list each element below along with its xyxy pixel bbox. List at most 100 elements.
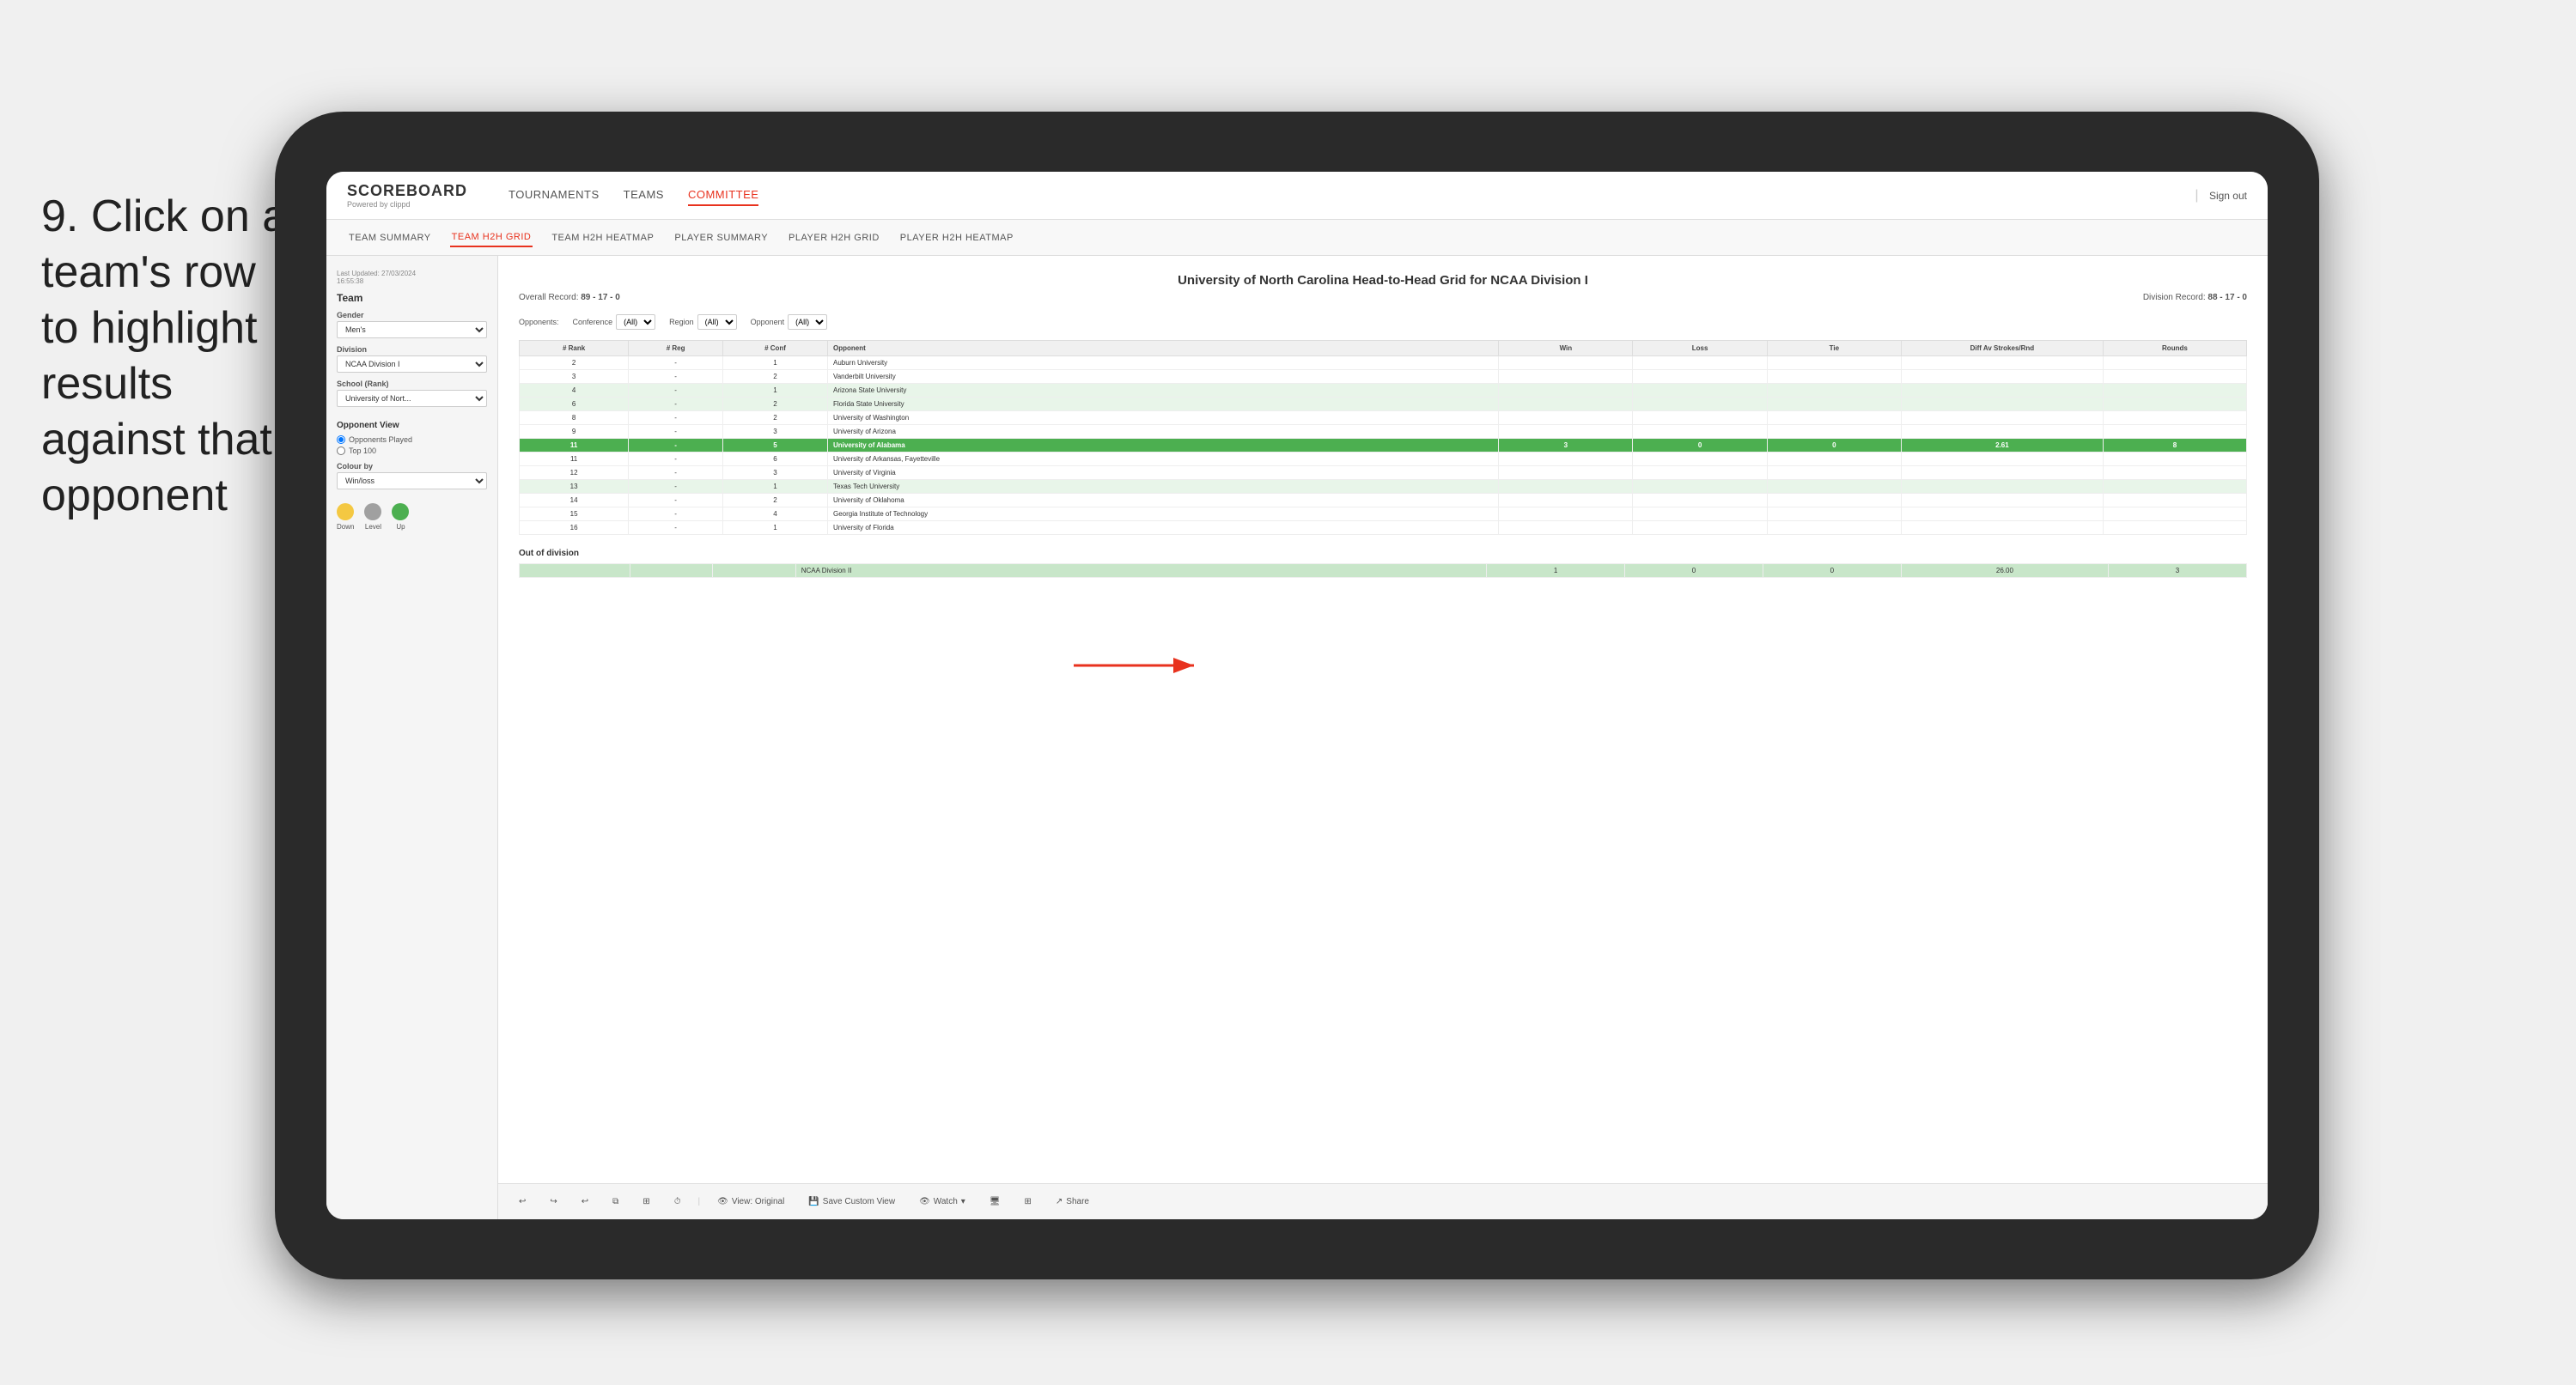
- colour-by-label: Colour by: [337, 462, 487, 471]
- cell-conf: 1: [723, 480, 828, 494]
- out-of-division-row[interactable]: NCAA Division II 1 0 0 26.00 3: [520, 564, 2247, 578]
- undo2-btn[interactable]: ↩: [575, 1194, 595, 1210]
- cell-loss: [1633, 494, 1767, 507]
- table-row[interactable]: 2-1Auburn University: [520, 356, 2247, 370]
- undo-btn[interactable]: ↩: [512, 1194, 533, 1210]
- view-btn[interactable]: 👁 View: Original: [710, 1194, 791, 1210]
- tablet-shell: SCOREBOARD Powered by clippd TOURNAMENTS…: [275, 112, 2319, 1279]
- watch-btn[interactable]: 👁 Watch ▾: [912, 1194, 972, 1210]
- opponent-filter-select[interactable]: (All): [788, 314, 827, 330]
- table-row[interactable]: 11-5University of Alabama3002.618: [520, 439, 2247, 453]
- ood-loss: 0: [1625, 564, 1763, 578]
- cell-opponent: Auburn University: [827, 356, 1498, 370]
- cell-conf: 1: [723, 384, 828, 398]
- toolbar-icon2[interactable]: ⊞: [1018, 1194, 1038, 1210]
- table-row[interactable]: 16-1University of Florida: [520, 521, 2247, 535]
- table-row[interactable]: 3-2Vanderbilt University: [520, 370, 2247, 384]
- table-row[interactable]: 15-4Georgia Institute of Technology: [520, 507, 2247, 521]
- table-row[interactable]: 9-3University of Arizona: [520, 425, 2247, 439]
- table-row[interactable]: 14-2University of Oklahoma: [520, 494, 2247, 507]
- sub-nav-player-summary[interactable]: PLAYER SUMMARY: [673, 229, 770, 246]
- cell-win: [1499, 521, 1633, 535]
- sub-nav-team-summary[interactable]: TEAM SUMMARY: [347, 229, 433, 246]
- cell-win: 3: [1499, 439, 1633, 453]
- nav-items: TOURNAMENTS TEAMS COMMITTEE: [509, 185, 2167, 206]
- cell-diff: [1901, 425, 2103, 439]
- radio-top100[interactable]: Top 100: [337, 446, 487, 455]
- cell-win: [1499, 453, 1633, 466]
- main-content: Last Updated: 27/03/2024 16:55:38 Team G…: [326, 256, 2268, 1219]
- toolbar-icon1[interactable]: 🖥: [983, 1194, 1008, 1210]
- cell-tie: [1767, 356, 1901, 370]
- sub-nav-player-h2h-heatmap[interactable]: PLAYER H2H HEATMAP: [898, 229, 1015, 246]
- cell-reg: -: [629, 370, 723, 384]
- cell-rank: 3: [520, 370, 629, 384]
- ood-conf: [713, 564, 796, 578]
- cell-tie: [1767, 466, 1901, 480]
- cell-rank: 13: [520, 480, 629, 494]
- th-diff: Diff Av Strokes/Rnd: [1901, 341, 2103, 356]
- sub-nav-team-h2h-grid[interactable]: TEAM H2H GRID: [450, 228, 533, 247]
- colour-by-select[interactable]: Win/loss: [337, 472, 487, 489]
- table-row[interactable]: 8-2University of Washington: [520, 411, 2247, 425]
- gender-select[interactable]: Men's: [337, 321, 487, 338]
- cell-diff: [1901, 494, 2103, 507]
- bottom-toolbar: ↩ ↪ ↩ ⧉ ⊞ ⏱: [498, 1183, 2268, 1219]
- cell-rounds: [2103, 507, 2246, 521]
- redo-btn[interactable]: ↪: [543, 1194, 563, 1210]
- legend-level: Level: [364, 503, 381, 531]
- cell-tie: [1767, 453, 1901, 466]
- cell-conf: 2: [723, 494, 828, 507]
- sub-nav-team-h2h-heatmap[interactable]: TEAM H2H HEATMAP: [550, 229, 655, 246]
- sub-nav: TEAM SUMMARY TEAM H2H GRID TEAM H2H HEAT…: [326, 220, 2268, 256]
- sign-out-link[interactable]: Sign out: [2209, 190, 2247, 202]
- cell-opponent: Georgia Institute of Technology: [827, 507, 1498, 521]
- filter-conference: Conference (All): [573, 314, 656, 330]
- save-custom-btn[interactable]: 💾 Save Custom View: [801, 1194, 902, 1210]
- filters-row: Opponents: Conference (All) Region (All): [519, 314, 2247, 330]
- cell-reg: -: [629, 356, 723, 370]
- cell-win: [1499, 507, 1633, 521]
- instruction-body: Click on a team's row to highlight resul…: [41, 191, 287, 520]
- cell-diff: [1901, 356, 2103, 370]
- division-select[interactable]: NCAA Division I: [337, 355, 487, 373]
- ood-tie: 0: [1763, 564, 1901, 578]
- copy-btn[interactable]: ⧉: [606, 1194, 625, 1210]
- cell-loss: [1633, 356, 1767, 370]
- clock-btn[interactable]: ⏱: [667, 1194, 688, 1210]
- table-row[interactable]: 11-6University of Arkansas, Fayetteville: [520, 453, 2247, 466]
- cell-rounds: [2103, 466, 2246, 480]
- table-row[interactable]: 4-1Arizona State University: [520, 384, 2247, 398]
- ood-reg: [630, 564, 713, 578]
- nav-tournaments[interactable]: TOURNAMENTS: [509, 185, 600, 206]
- th-loss: Loss: [1633, 341, 1767, 356]
- nav-teams[interactable]: TEAMS: [624, 185, 664, 206]
- cell-rank: 14: [520, 494, 629, 507]
- sub-nav-player-h2h-grid[interactable]: PLAYER H2H GRID: [787, 229, 881, 246]
- table-row[interactable]: 6-2Florida State University: [520, 398, 2247, 411]
- school-select[interactable]: University of Nort...: [337, 390, 487, 407]
- table-row[interactable]: 12-3University of Virginia: [520, 466, 2247, 480]
- cell-win: [1499, 480, 1633, 494]
- cell-opponent: Arizona State University: [827, 384, 1498, 398]
- cell-opponent: University of Arkansas, Fayetteville: [827, 453, 1498, 466]
- radio-opponents-played[interactable]: Opponents Played: [337, 435, 487, 444]
- ood-rounds: 3: [2109, 564, 2247, 578]
- cell-conf: 1: [723, 521, 828, 535]
- paste-btn[interactable]: ⊞: [636, 1194, 656, 1210]
- nav-committee[interactable]: COMMITTEE: [688, 185, 759, 206]
- cell-win: [1499, 425, 1633, 439]
- cell-reg: -: [629, 507, 723, 521]
- paste-icon: ⊞: [642, 1197, 649, 1206]
- conference-filter-select[interactable]: (All): [616, 314, 655, 330]
- gender-label: Gender: [337, 311, 487, 319]
- region-filter-select[interactable]: (All): [697, 314, 737, 330]
- cell-loss: [1633, 411, 1767, 425]
- cell-rounds: [2103, 425, 2246, 439]
- table-row[interactable]: 13-1Texas Tech University: [520, 480, 2247, 494]
- th-win: Win: [1499, 341, 1633, 356]
- share-btn[interactable]: ↗ Share: [1049, 1194, 1096, 1210]
- cell-opponent: University of Virginia: [827, 466, 1498, 480]
- cell-reg: -: [629, 425, 723, 439]
- cell-opponent: Florida State University: [827, 398, 1498, 411]
